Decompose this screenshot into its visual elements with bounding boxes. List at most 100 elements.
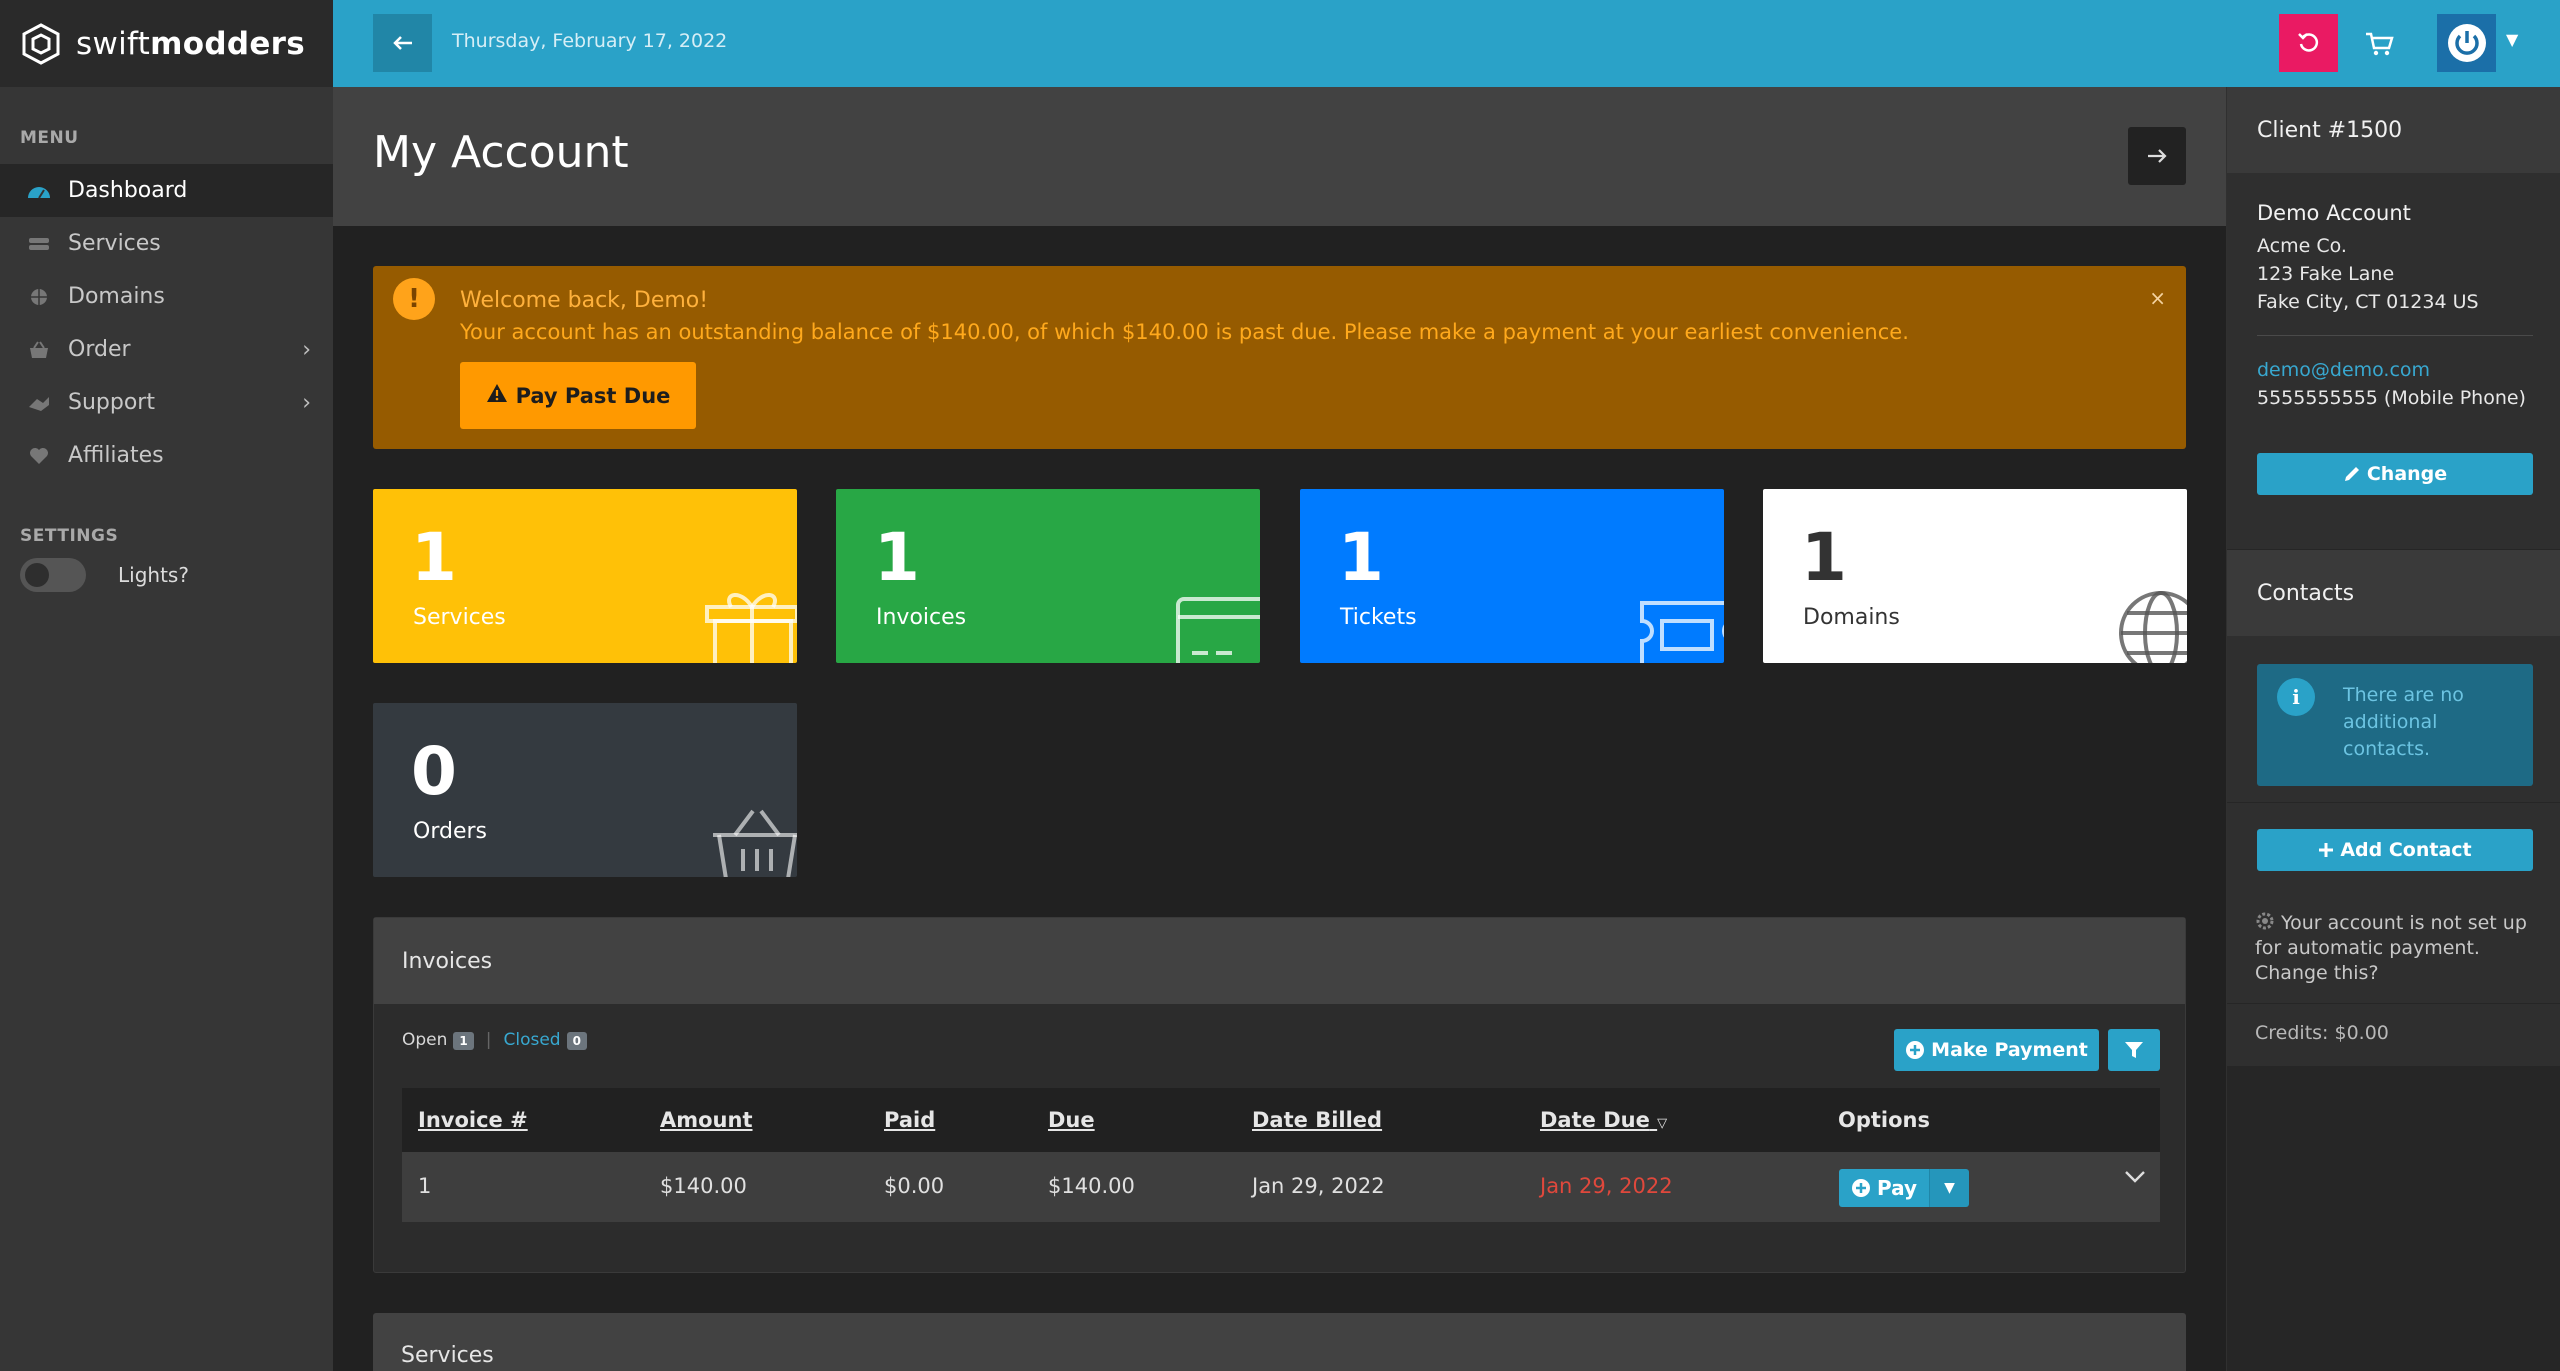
ticket-icon	[1640, 601, 1724, 663]
pay-past-due-button[interactable]: Pay Past Due	[460, 362, 696, 429]
brand-logo[interactable]: swiftmodders	[0, 0, 333, 87]
sidebar-item-order[interactable]: Order ›	[0, 323, 333, 376]
credits-balance: Credits: $0.00	[2255, 1022, 2389, 1044]
filter-icon	[2125, 1042, 2143, 1058]
sidebar-item-domains[interactable]: Domains	[0, 270, 333, 323]
undo-icon	[2297, 33, 2318, 52]
invoice-number[interactable]: 1	[418, 1174, 431, 1198]
page-header: My Account	[333, 87, 2226, 226]
tickets-stat-card[interactable]: 1 Tickets	[1300, 489, 1724, 663]
tab-separator: |	[485, 1030, 492, 1050]
account-menu-button[interactable]	[2437, 14, 2496, 72]
orders-label: Orders	[413, 819, 487, 844]
arrow-right-icon	[2148, 149, 2167, 163]
email-link[interactable]: demo@demo.com	[2257, 359, 2430, 381]
no-contacts-text: There are no additional contacts.	[2343, 684, 2464, 760]
support-icon	[26, 392, 52, 414]
col-due[interactable]: Due	[1048, 1108, 1095, 1132]
services-label: Services	[413, 605, 506, 630]
caret-down-icon[interactable]: ▼	[2506, 30, 2518, 49]
settings-section-label: SETTINGS	[20, 526, 119, 546]
heart-icon	[26, 445, 52, 467]
sidebar-item-label: Support	[68, 390, 155, 415]
exclamation-icon: !	[393, 278, 435, 320]
domains-stat-card[interactable]: 1 Domains	[1763, 489, 2187, 663]
contacts-section: i There are no additional contacts.	[2227, 636, 2560, 802]
power-icon	[2447, 24, 2486, 62]
close-icon[interactable]: ×	[2149, 286, 2166, 310]
credits-section: Credits: $0.00	[2227, 1004, 2560, 1066]
invoice-date-due: Jan 29, 2022	[1540, 1174, 1673, 1198]
tickets-count: 1	[1338, 519, 1384, 596]
warning-icon	[486, 383, 508, 408]
globe-icon	[26, 286, 52, 308]
domains-count: 1	[1801, 519, 1847, 596]
brand-name: swiftmodders	[76, 25, 306, 62]
services-panel: Services	[373, 1313, 2186, 1371]
make-payment-button[interactable]: Make Payment	[1894, 1029, 2099, 1071]
basket-icon	[26, 339, 52, 361]
pay-label: Pay	[1876, 1176, 1918, 1200]
invoices-stat-card[interactable]: 1 Invoices	[836, 489, 1260, 663]
sidebar-item-label: Dashboard	[68, 178, 188, 203]
invoices-panel: Invoices Open 1 | Closed 0 Make Payment In…	[373, 917, 2186, 1273]
chevron-right-icon: ›	[302, 337, 311, 362]
lights-toggle[interactable]	[20, 558, 86, 592]
chevron-down-icon[interactable]	[2124, 1170, 2146, 1184]
col-invoice-number[interactable]: Invoice #	[418, 1108, 528, 1132]
cart-icon	[2366, 32, 2394, 56]
gear-icon	[2256, 912, 2274, 930]
sort-desc-icon: ▽	[1657, 1116, 1668, 1131]
col-options: Options	[1838, 1108, 1930, 1132]
change-button[interactable]: Change	[2257, 453, 2533, 495]
add-contact-button[interactable]: Add Contact	[2257, 829, 2533, 871]
past-due-alert: ! Welcome back, Demo! Your account has a…	[373, 266, 2186, 449]
chevron-right-icon: ›	[302, 390, 311, 415]
services-stat-card[interactable]: 1 Services	[373, 489, 797, 663]
sidebar-item-affiliates[interactable]: Affiliates	[0, 429, 333, 482]
invoice-due: $140.00	[1048, 1174, 1135, 1198]
sidebar-item-support[interactable]: Support ›	[0, 376, 333, 429]
col-amount[interactable]: Amount	[660, 1108, 753, 1132]
sidebar: swiftmodders MENU Dashboard Services Dom…	[0, 0, 333, 1371]
invoice-amount: $140.00	[660, 1174, 747, 1198]
undo-button[interactable]	[2279, 14, 2338, 72]
invoices-count: 1	[874, 519, 920, 596]
sidebar-item-services[interactable]: Services	[0, 217, 333, 270]
expand-sidebar-button[interactable]	[2128, 127, 2186, 185]
address-line-2: Fake City, CT 01234 US	[2257, 291, 2479, 313]
tickets-label: Tickets	[1340, 605, 1417, 630]
col-paid[interactable]: Paid	[884, 1108, 935, 1132]
col-date-billed[interactable]: Date Billed	[1252, 1108, 1382, 1132]
sidebar-item-label: Order	[68, 337, 131, 362]
sidebar-item-label: Services	[68, 231, 161, 256]
pay-options-dropdown[interactable]: ▼	[1929, 1169, 1969, 1207]
plus-circle-icon	[1851, 1179, 1870, 1197]
orders-stat-card[interactable]: 0 Orders	[373, 703, 797, 877]
tab-closed[interactable]: Closed 0	[504, 1030, 587, 1050]
back-button[interactable]	[373, 14, 432, 72]
logo-icon	[22, 22, 60, 65]
no-contacts-info: i There are no additional contacts.	[2257, 664, 2533, 786]
pay-past-due-label: Pay Past Due	[515, 383, 671, 408]
menu-section-label: MENU	[20, 128, 79, 148]
tab-open[interactable]: Open 1	[402, 1030, 474, 1050]
services-panel-title: Services	[401, 1343, 494, 1368]
domains-label: Domains	[1803, 605, 1900, 630]
filter-button[interactable]	[2108, 1029, 2160, 1071]
alert-message: Your account has an outstanding balance …	[460, 320, 1909, 344]
sidebar-item-label: Domains	[68, 284, 165, 309]
account-name: Demo Account	[2257, 201, 2411, 225]
autopay-section: Your account is not set up for automatic…	[2227, 895, 2560, 1003]
col-date-due[interactable]: Date Due ▽	[1540, 1108, 1667, 1132]
gift-icon	[705, 593, 797, 663]
autopay-notice[interactable]: Your account is not set up for automatic…	[2255, 911, 2545, 986]
cart-button[interactable]	[2357, 22, 2401, 66]
info-icon: i	[2277, 678, 2315, 716]
client-info: Demo Account Acme Co. 123 Fake Lane Fake…	[2227, 173, 2560, 549]
sidebar-item-dashboard[interactable]: Dashboard	[0, 164, 333, 217]
invoice-table-header: Invoice # Amount Paid Due Date Billed Da…	[402, 1088, 2160, 1152]
pay-button[interactable]: Pay	[1839, 1169, 1929, 1207]
divider	[2257, 335, 2533, 336]
page-title: My Account	[373, 127, 629, 178]
